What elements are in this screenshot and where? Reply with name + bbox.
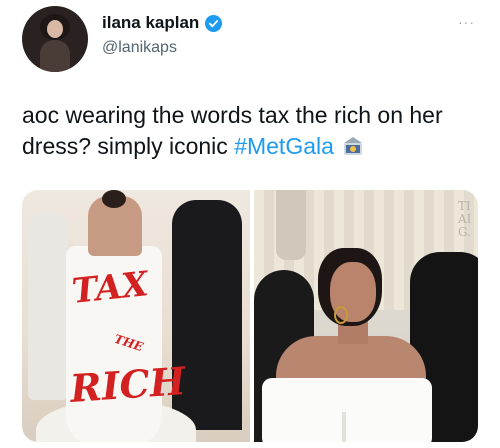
wall-lamp xyxy=(276,190,306,260)
earring xyxy=(334,306,348,324)
checkmark-icon xyxy=(209,19,219,27)
dress-text-tax: TAX xyxy=(70,264,151,312)
hair-bun xyxy=(102,190,126,208)
more-options-icon[interactable]: ··· xyxy=(458,14,475,30)
tweet-header: ilana kaplan @lanikaps ··· xyxy=(0,0,500,80)
dress-text-rich: RICH xyxy=(68,358,187,411)
tweet-media[interactable]: TAX THE RICH TI AI G. xyxy=(22,190,478,442)
avatar[interactable] xyxy=(22,6,88,72)
background-sign: TI AI G. xyxy=(458,199,472,239)
background-person xyxy=(28,210,68,400)
display-name[interactable]: ilana kaplan xyxy=(102,13,199,33)
tweet-body-text: aoc wearing the words tax the rich on he… xyxy=(22,102,443,159)
avatar-face xyxy=(47,20,63,38)
avatar-body xyxy=(40,40,70,72)
user-handle[interactable]: @lanikaps xyxy=(102,39,177,57)
met-gala-emoji-icon xyxy=(344,137,363,155)
name-row: ilana kaplan xyxy=(102,13,223,33)
off-shoulder-top xyxy=(262,378,432,442)
photo-portrait[interactable]: TI AI G. xyxy=(254,190,478,442)
hashtag-link[interactable]: #MetGala xyxy=(234,133,334,159)
tweet-text: aoc wearing the words tax the rich on he… xyxy=(22,100,482,162)
photo-dress-back[interactable]: TAX THE RICH xyxy=(22,190,250,442)
verified-badge-icon xyxy=(205,14,223,32)
